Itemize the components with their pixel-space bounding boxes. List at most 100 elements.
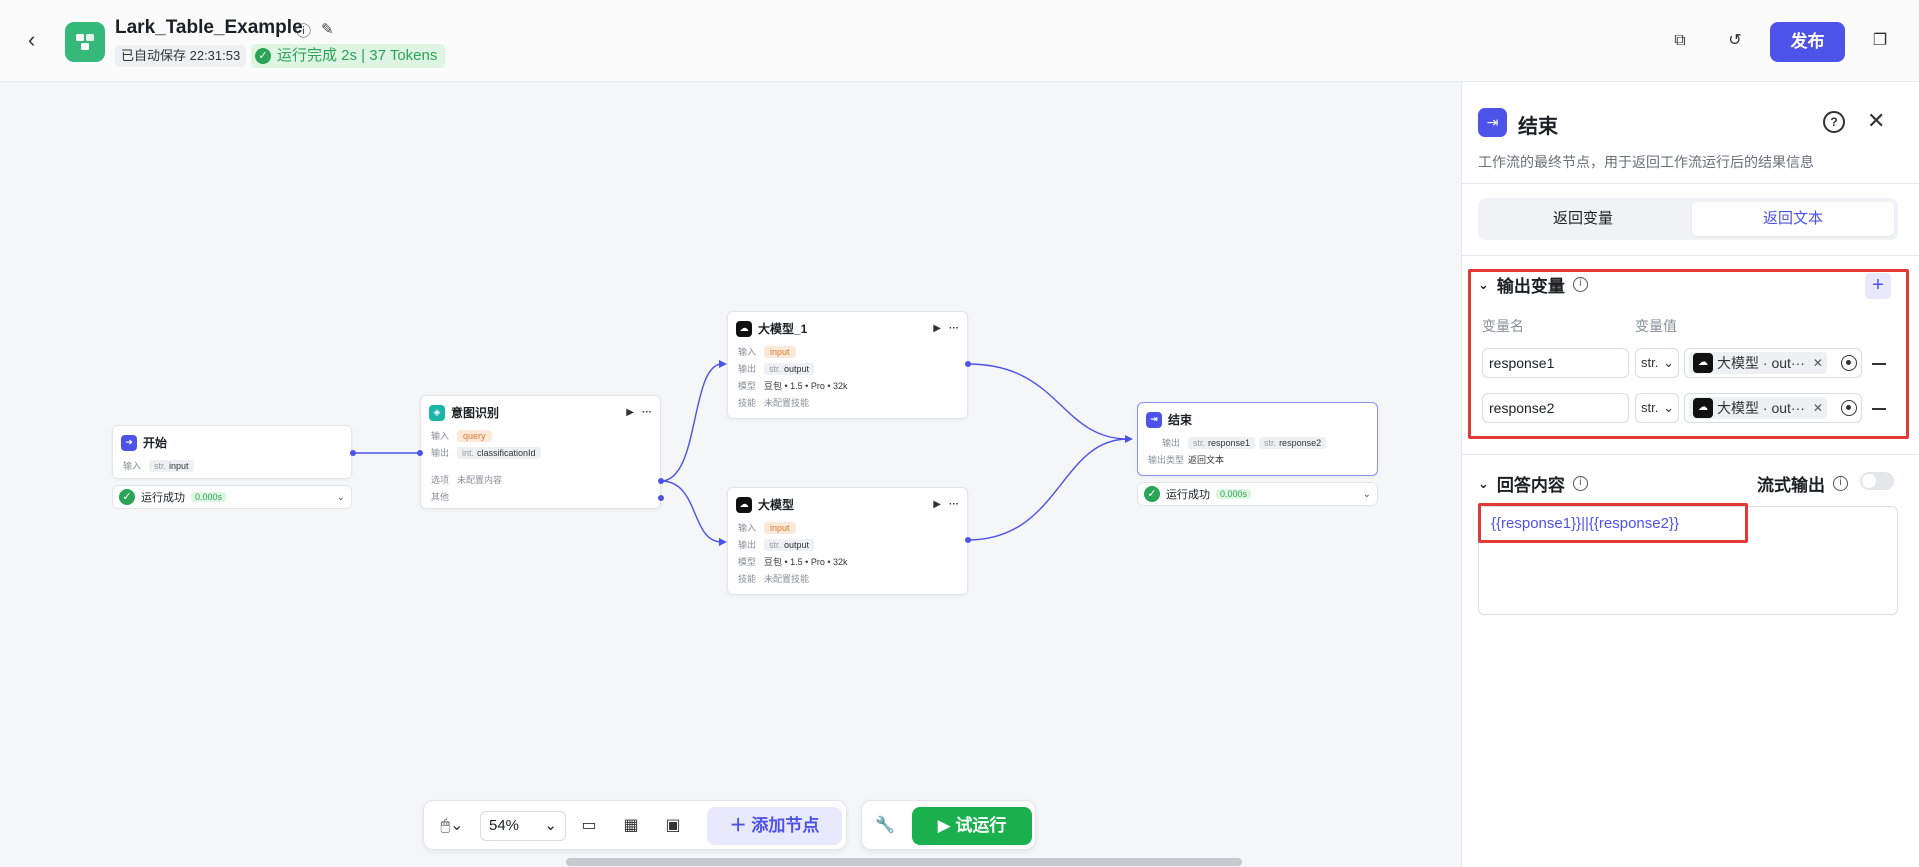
chevron-down-icon[interactable]: ⌄ — [1478, 277, 1489, 293]
remove-variable-icon[interactable] — [1872, 363, 1886, 365]
chevron-down-icon[interactable]: ⌄ — [1478, 476, 1489, 492]
value: response2 — [1279, 437, 1322, 448]
port[interactable] — [658, 478, 664, 484]
port[interactable] — [965, 361, 971, 367]
target-icon[interactable] — [1841, 400, 1857, 416]
minimap-icon[interactable]: ▣ — [660, 813, 686, 839]
variable-value-ref[interactable]: ☁ 大模型 · out··· ✕ — [1684, 348, 1862, 378]
chevron-down-icon: ⌄ — [1663, 355, 1674, 370]
end-node-panel: ⇥ 结束 ? ✕ 工作流的最终节点，用于返回工作流运行后的结果信息 返回变量 返… — [1461, 82, 1919, 867]
node-llm-title: 大模型 — [758, 498, 795, 512]
answer-content-editor[interactable]: {{response1}}||{{response2}} — [1478, 506, 1898, 615]
stream-output-label: 流式输出 i — [1757, 471, 1848, 496]
label: 模型 — [738, 557, 757, 567]
intent-input-tag: query — [457, 429, 492, 442]
end-output-tag-2: str. response2 — [1259, 436, 1327, 449]
llm-icon: ☁ — [736, 496, 752, 513]
label: 输出类型 — [1148, 455, 1185, 465]
type: int. — [462, 447, 475, 458]
node-start[interactable]: ➜ 开始 输入 str. input — [112, 425, 352, 479]
info-icon[interactable]: ⓘ — [296, 20, 311, 41]
variable-name-input[interactable]: response2 — [1482, 393, 1629, 423]
clear-icon[interactable]: ✕ — [1813, 401, 1823, 415]
node-intent[interactable]: ◈ 意图识别 ▶ ··· 输入 query 输出 int. classificationId… — [420, 395, 661, 509]
info-icon[interactable]: i — [1572, 476, 1588, 491]
answer-content-header[interactable]: ⌄ 回答内容 i — [1478, 471, 1588, 496]
node-llm[interactable]: ☁ 大模型 ▶ ··· 输入 input 输出 str. output 模型 豆包 • 1.5… — [727, 487, 968, 595]
back-icon[interactable]: ‹ — [28, 28, 50, 52]
label: 模型 — [738, 381, 757, 391]
variable-value-ref[interactable]: ☁ 大模型 · out··· ✕ — [1684, 393, 1862, 423]
divider — [1462, 183, 1919, 184]
duplicate-icon[interactable]: ❐ — [1869, 30, 1891, 52]
info-icon[interactable]: i — [1833, 476, 1848, 491]
label: 技能 — [738, 398, 757, 408]
end-icon: ⇥ — [1146, 411, 1162, 428]
type-select[interactable]: str. ⌄ — [1635, 348, 1679, 378]
node-end[interactable]: ⇥ 结束 输出 str. response1 str. response2 输出类型返… — [1137, 402, 1378, 476]
more-icon[interactable]: ··· — [642, 407, 652, 418]
section-title: 输出变量 — [1496, 277, 1565, 296]
port[interactable] — [417, 450, 423, 456]
add-variable-button[interactable]: + — [1865, 273, 1891, 299]
value: classificationId — [477, 447, 536, 458]
tab-return-variables[interactable]: 返回变量 — [1482, 202, 1684, 236]
play-icon[interactable]: ▶ — [626, 407, 634, 418]
chevron-down-icon[interactable]: ⌄ — [1363, 489, 1371, 500]
play-icon[interactable]: ▶ — [933, 323, 941, 334]
copy-icon[interactable]: ⧉ — [1669, 30, 1691, 52]
app-title: Lark_Table_Example — [115, 17, 303, 38]
try-run-button[interactable]: ▶ 试运行 — [912, 807, 1032, 845]
start-run-status[interactable]: ✓ 运行成功 0.000s ⌄ — [112, 485, 352, 509]
type-value: str. — [1641, 400, 1659, 415]
port[interactable] — [350, 450, 356, 456]
add-node-button[interactable]: ＋ 添加节点 — [707, 807, 842, 845]
publish-button[interactable]: 发布 — [1770, 22, 1845, 62]
llm-icon: ☁ — [736, 320, 752, 337]
intent-icon: ◈ — [429, 404, 445, 421]
port[interactable] — [965, 537, 971, 543]
mouse-icon[interactable]: 🖱⌄ — [434, 813, 470, 839]
type-select[interactable]: str. ⌄ — [1635, 393, 1679, 423]
info-icon[interactable]: i — [1572, 277, 1588, 292]
status-text: 运行成功 — [141, 492, 185, 504]
help-icon[interactable]: ? — [1823, 111, 1845, 133]
remove-variable-icon[interactable] — [1872, 408, 1886, 410]
skill-value: 未配置技能 — [764, 398, 810, 408]
end-output-tag-1: str. response1 — [1188, 436, 1256, 449]
llm-output-tag: str. output — [764, 538, 815, 551]
zoom-select[interactable]: 54% ⌄ — [480, 811, 566, 841]
label: 技能 — [738, 574, 757, 584]
workflow-canvas[interactable]: ➜ 开始 输入 str. input ✓ 运行成功 0.000s ⌄ ◈ 意图识别 ▶ ··… — [0, 82, 1461, 867]
time-tag: 0.000s — [191, 492, 227, 502]
variable-name-input[interactable]: response1 — [1482, 348, 1629, 378]
tab-return-text[interactable]: 返回文本 — [1692, 202, 1894, 236]
close-icon[interactable]: ✕ — [1867, 108, 1885, 134]
end-run-status[interactable]: ✓ 运行成功 0.000s ⌄ — [1137, 482, 1378, 506]
node-llm-1[interactable]: ☁ 大模型_1 ▶ ··· 输入 input 输出 str. output 模型 豆包 • 1… — [727, 311, 968, 419]
app-logo — [65, 22, 105, 62]
edit-icon[interactable]: ✎ — [321, 20, 334, 41]
comment-icon[interactable]: ▭ — [576, 813, 602, 839]
target-icon[interactable] — [1841, 355, 1857, 371]
ref-chip: ☁ 大模型 · out··· ✕ — [1689, 352, 1827, 374]
type: str. — [1193, 437, 1206, 448]
play-icon[interactable]: ▶ — [933, 499, 941, 510]
type: str. — [154, 460, 167, 471]
output-variables-header[interactable]: ⌄ 输出变量 i — [1478, 272, 1588, 297]
stream-output-toggle[interactable] — [1860, 472, 1894, 490]
wrench-icon[interactable]: 🔧 — [872, 813, 898, 839]
zoom-value: 54% — [489, 817, 520, 834]
model-value: 豆包 • 1.5 • Pro • 32k — [764, 381, 848, 391]
run-status-badge[interactable]: ✓ 运行完成 2s | 37 Tokens — [251, 44, 446, 68]
label: 其他 — [431, 492, 450, 502]
chevron-down-icon[interactable]: ⌄ — [337, 492, 345, 503]
model-value: 豆包 • 1.5 • Pro • 32k — [764, 557, 848, 567]
clear-icon[interactable]: ✕ — [1813, 356, 1823, 370]
more-icon[interactable]: ··· — [949, 499, 959, 510]
horizontal-scrollbar[interactable] — [566, 858, 1242, 866]
grid-icon[interactable]: ▦ — [618, 813, 644, 839]
port[interactable] — [658, 495, 664, 501]
more-icon[interactable]: ··· — [949, 323, 959, 334]
history-icon[interactable]: ↺ — [1724, 30, 1746, 52]
